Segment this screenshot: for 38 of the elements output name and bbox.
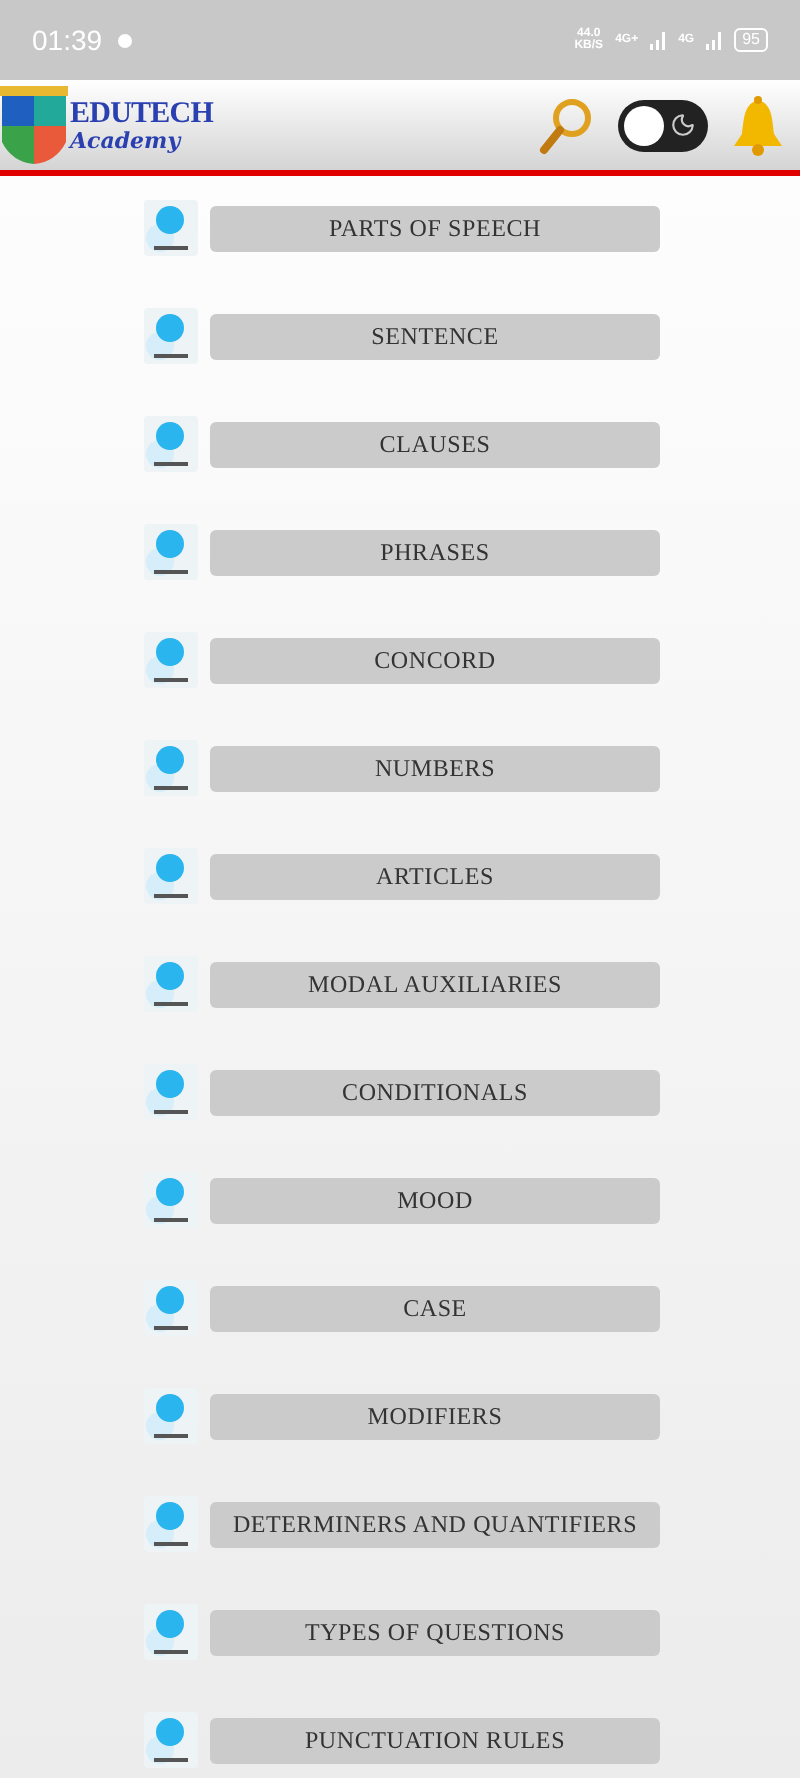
lesson-thumbnail-icon <box>144 524 198 580</box>
lesson-thumbnail-icon <box>144 416 198 472</box>
logo-subtitle: Academy <box>70 129 184 151</box>
topic-button[interactable]: CONDITIONALS <box>210 1069 660 1115</box>
search-icon[interactable] <box>538 95 594 155</box>
dark-mode-toggle[interactable] <box>618 99 708 151</box>
topic-button[interactable]: NUMBERS <box>210 745 660 791</box>
lesson-thumbnail-icon <box>144 1388 198 1444</box>
lesson-thumbnail-icon <box>144 1712 198 1768</box>
lesson-thumbnail-icon <box>144 740 198 796</box>
signal-icon <box>650 31 667 49</box>
signal-icon <box>706 31 723 49</box>
topic-button[interactable]: PARTS OF SPEECH <box>210 205 660 251</box>
lesson-thumbnail-icon <box>144 1280 198 1336</box>
topic-button[interactable]: PHRASES <box>210 529 660 575</box>
lesson-thumbnail-icon <box>144 632 198 688</box>
topic-button[interactable]: MODAL AUXILIARIES <box>210 961 660 1007</box>
lesson-thumbnail-icon <box>144 848 198 904</box>
moon-icon <box>670 112 696 138</box>
bell-icon[interactable] <box>732 93 784 157</box>
logo-title: EDUTECH <box>70 99 214 129</box>
topic-button[interactable]: CONCORD <box>210 637 660 683</box>
lesson-thumbnail-icon <box>144 1064 198 1120</box>
lesson-thumbnail-icon <box>144 1496 198 1552</box>
lesson-thumbnail-icon <box>144 1604 198 1660</box>
topic-button[interactable]: MODIFIERS <box>210 1393 660 1439</box>
shield-logo-icon <box>0 85 68 165</box>
topic-button[interactable]: MOOD <box>210 1177 660 1223</box>
lesson-thumbnail-icon <box>144 200 198 256</box>
lesson-thumbnail-icon <box>144 308 198 364</box>
topic-button[interactable]: CASE <box>210 1285 660 1331</box>
lesson-thumbnail-icon <box>144 956 198 1012</box>
topic-button[interactable]: CLAUSES <box>210 421 660 467</box>
topic-button[interactable]: PUNCTUATION RULES <box>210 1717 660 1763</box>
topic-button[interactable]: TYPES OF QUESTIONS <box>210 1609 660 1655</box>
topic-button[interactable]: SENTENCE <box>210 313 660 359</box>
topic-button[interactable]: DETERMINERS AND QUANTIFIERS <box>210 1501 660 1547</box>
topic-button[interactable]: ARTICLES <box>210 853 660 899</box>
